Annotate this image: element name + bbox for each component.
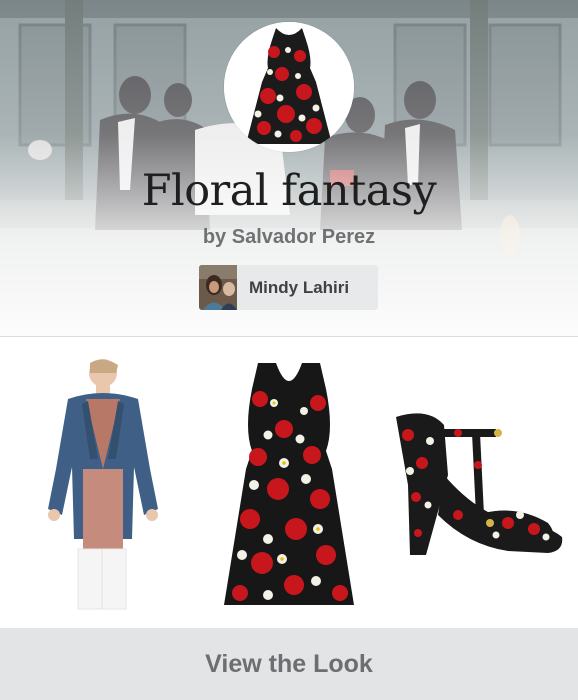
look-cover-avatar[interactable] — [224, 22, 354, 152]
look-author-byline[interactable]: by Salvador Perez — [0, 226, 578, 249]
view-the-look-button[interactable]: View the Look — [0, 628, 578, 700]
floral-heel-sandal-image[interactable] — [388, 405, 566, 557]
product-row — [0, 337, 578, 627]
look-title: Floral fantasy — [141, 166, 437, 216]
user-avatar — [199, 265, 237, 310]
floral-dress-thumbnail — [224, 22, 354, 152]
user-chip[interactable]: Mindy Lahiri — [199, 265, 378, 310]
floral-dress-image[interactable] — [222, 359, 356, 611]
denim-jacket-outfit-image[interactable] — [28, 359, 178, 611]
look-header: Floral fantasy by Salvador Perez Mindy L… — [0, 0, 578, 336]
view-the-look-label: View the Look — [205, 649, 373, 678]
user-name: Mindy Lahiri — [249, 277, 350, 297]
